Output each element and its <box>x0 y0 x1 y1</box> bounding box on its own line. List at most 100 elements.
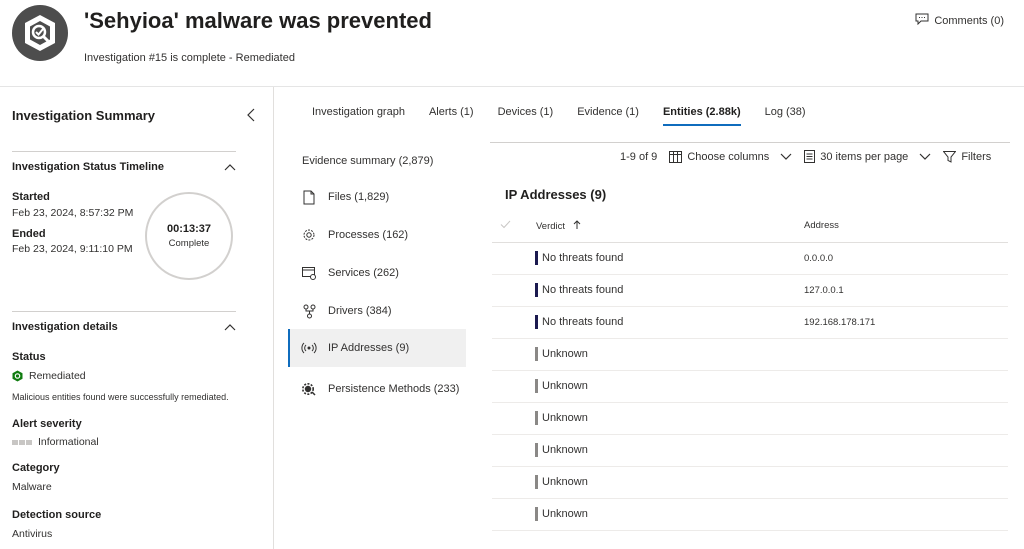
duration-circle: 00:13:37 Complete <box>145 192 233 280</box>
ended-label: Ended <box>12 228 46 240</box>
verdict-text: Unknown <box>542 412 588 424</box>
details-heading: Investigation details <box>12 320 118 333</box>
file-icon <box>301 189 317 205</box>
status-label: Status <box>12 351 46 363</box>
status-value-row: Remediated <box>12 370 86 382</box>
investigation-tabs: Investigation graph Alerts (1) Devices (… <box>300 100 818 126</box>
verdict-column-header[interactable]: Verdict <box>536 220 581 232</box>
severity-label: Alert severity <box>12 418 82 430</box>
evidence-item-processes[interactable]: Processes (162) <box>288 216 466 254</box>
started-label: Started <box>12 191 50 203</box>
page-title: 'Sehyioa' malware was prevented <box>84 8 432 33</box>
tab-log[interactable]: Log (38) <box>753 100 818 126</box>
evidence-item-persistence-methods[interactable]: Persistence Methods (233) <box>288 370 466 408</box>
tab-investigation-graph[interactable]: Investigation graph <box>300 100 417 126</box>
verdict-indicator <box>535 507 538 521</box>
collapse-panel-button[interactable] <box>246 108 256 125</box>
broadcast-icon <box>301 340 317 356</box>
paging-info: 1-9 of 9 <box>620 150 658 163</box>
table-header: Verdict Address <box>492 210 1008 243</box>
details-section-header[interactable]: Investigation details <box>12 311 236 341</box>
evidence-item-services[interactable]: Services (262) <box>288 254 466 292</box>
timeline-section-header[interactable]: Investigation Status Timeline <box>12 151 236 181</box>
filters-button[interactable]: Filters <box>943 150 991 163</box>
select-all-checkbox[interactable] <box>500 220 511 232</box>
tab-devices[interactable]: Devices (1) <box>486 100 566 126</box>
address-cell: 127.0.0.1 <box>804 285 844 296</box>
choose-columns-label: Choose columns <box>687 150 770 163</box>
timeline-heading: Investigation Status Timeline <box>12 160 164 173</box>
tabs-divider <box>490 142 1010 143</box>
table-row[interactable]: Unknown <box>492 403 1008 435</box>
category-value: Malware <box>12 481 52 493</box>
table-toolbar: 1-9 of 9 Choose columns 30 items per pag… <box>620 150 991 163</box>
detection-source-label: Detection source <box>12 509 102 521</box>
investigation-logo-icon <box>12 5 68 61</box>
ended-value: Feb 23, 2024, 9:11:10 PM <box>12 243 133 255</box>
checkmark-icon <box>500 220 511 229</box>
page-icon <box>804 150 816 163</box>
category-label: Category <box>12 462 60 474</box>
verdict-indicator <box>535 315 538 329</box>
status-value: Remediated <box>29 370 86 382</box>
verdict-cell: No threats found <box>535 283 623 297</box>
table-row[interactable]: No threats found 0.0.0.0 <box>492 243 1008 275</box>
driver-icon <box>301 303 317 319</box>
verdict-text: Unknown <box>542 476 588 488</box>
table-row[interactable]: No threats found 127.0.0.1 <box>492 275 1008 307</box>
persistence-icon <box>301 381 317 397</box>
duration-status: Complete <box>168 238 210 249</box>
verdict-text: No threats found <box>542 252 624 264</box>
severity-value-row: Informational <box>12 436 99 448</box>
verdict-cell: Unknown <box>535 347 588 361</box>
gear-icon <box>301 227 317 243</box>
verdict-text: Unknown <box>542 380 588 392</box>
chevron-up-icon <box>224 163 236 170</box>
verdict-indicator <box>535 379 538 393</box>
detection-source-value: Antivirus <box>12 528 53 540</box>
tab-alerts[interactable]: Alerts (1) <box>417 100 486 126</box>
verdict-cell: Unknown <box>535 507 588 521</box>
table-row[interactable]: Unknown <box>492 435 1008 467</box>
table-row[interactable]: Unknown <box>492 467 1008 499</box>
chevron-left-icon <box>247 108 255 122</box>
verdict-indicator <box>535 475 538 489</box>
chevron-down-icon <box>919 153 931 160</box>
evidence-item-drivers[interactable]: Drivers (384) <box>288 292 466 330</box>
verdict-indicator <box>535 347 538 361</box>
comments-label: Comments (0) <box>934 14 1004 27</box>
evidence-item-label: IP Addresses (9) <box>328 342 410 354</box>
evidence-item-files[interactable]: Files (1,829) <box>288 178 466 216</box>
severity-value: Informational <box>38 436 99 448</box>
verdict-cell: Unknown <box>535 379 588 393</box>
table-row[interactable]: Unknown <box>492 371 1008 403</box>
tab-entities[interactable]: Entities (2.88k) <box>651 100 753 126</box>
address-cell: 192.168.178.171 <box>804 317 876 328</box>
chevron-up-icon <box>224 323 236 330</box>
evidence-item-ip-addresses[interactable]: IP Addresses (9) <box>288 329 466 367</box>
sort-ascending-icon <box>573 220 581 229</box>
comments-button[interactable]: Comments (0) <box>915 13 1004 28</box>
choose-columns-button[interactable]: Choose columns <box>669 150 792 163</box>
tab-evidence[interactable]: Evidence (1) <box>565 100 651 126</box>
verdict-indicator <box>535 443 538 457</box>
items-per-page-button[interactable]: 30 items per page <box>804 150 931 163</box>
table-row[interactable]: Unknown <box>492 499 1008 531</box>
verdict-cell: Unknown <box>535 443 588 457</box>
investigation-subtitle: Investigation #15 is complete - Remediat… <box>84 52 295 64</box>
table-row[interactable]: No threats found 192.168.178.171 <box>492 307 1008 339</box>
verdict-indicator <box>535 411 538 425</box>
remediated-icon <box>12 370 23 382</box>
evidence-item-label: Drivers (384) <box>328 305 392 317</box>
columns-icon <box>669 150 683 163</box>
evidence-summary[interactable]: Evidence summary (2,879) <box>302 155 433 167</box>
summary-title: Investigation Summary <box>12 108 156 123</box>
duration-value: 00:13:37 <box>166 223 212 235</box>
severity-bars-icon <box>12 439 32 445</box>
address-column-header[interactable]: Address <box>804 220 839 231</box>
evidence-item-label: Persistence Methods (233) <box>328 383 460 395</box>
verdict-cell: Unknown <box>535 475 588 489</box>
verdict-text: Unknown <box>542 444 588 456</box>
table-row[interactable]: Unknown <box>492 339 1008 371</box>
comment-icon <box>915 13 929 28</box>
